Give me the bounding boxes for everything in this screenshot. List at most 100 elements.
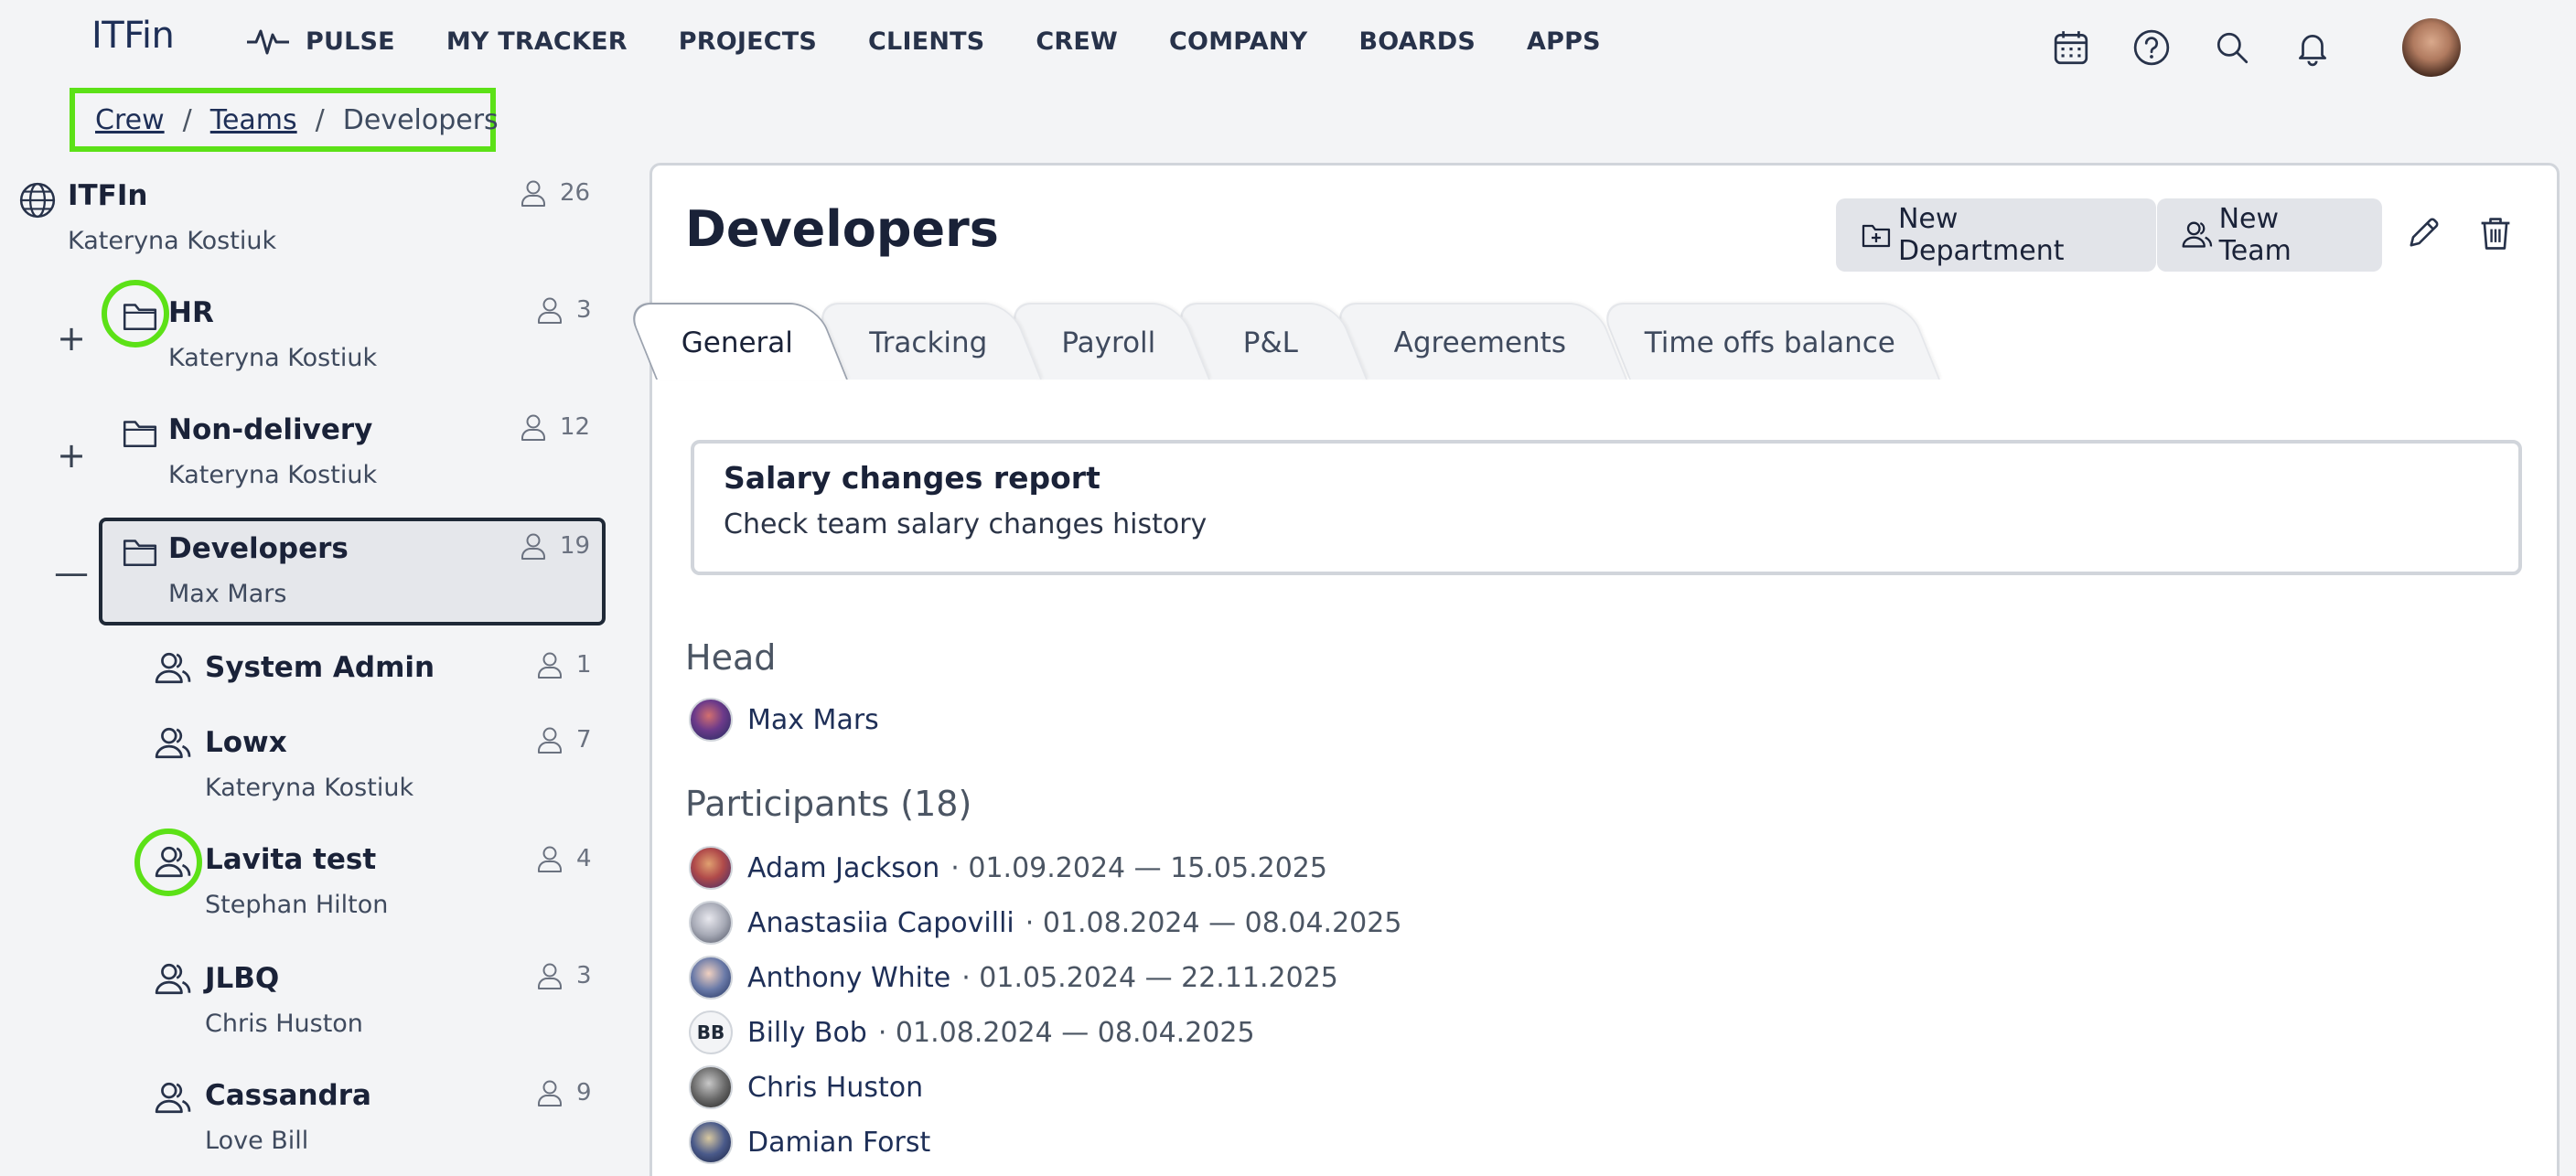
person-icon [538,963,562,989]
participant-row: Anastasiia Capovilli · 01.08.2024 — 08.0… [689,901,1401,945]
tree-item-cassandra-name[interactable]: Cassandra [205,1079,371,1112]
participant-row: Adam Jackson · 01.09.2024 — 15.05.2025 [689,846,1327,890]
breadcrumb-crew[interactable]: Crew [95,104,165,136]
team-icon [154,724,192,766]
tab-time-offs-balance[interactable]: Time offs balance [1598,303,1940,380]
nav-pulse-label: PULSE [306,27,395,56]
tree-item-lowx-name[interactable]: Lowx [205,726,287,759]
person-name[interactable]: Chris Huston [747,1072,923,1104]
user-avatar[interactable] [2402,18,2461,77]
delete-icon[interactable] [2475,213,2519,257]
page-title: Developers [685,200,999,258]
bell-icon[interactable] [2291,26,2334,69]
person-name[interactable]: Max Mars [747,704,879,736]
tree-item-hr-name[interactable]: HR [168,296,214,329]
nav-projects[interactable]: PROJECTS [679,27,817,56]
tab-label: Payroll [1061,326,1156,359]
team-icon [2182,221,2213,248]
tab-label: Agreements [1393,326,1566,359]
person-dates: · 01.08.2024 — 08.04.2025 [877,1016,1255,1049]
member-count: 4 [534,843,592,874]
app-logo[interactable]: ITFin [91,15,175,57]
member-count: 9 [534,1077,592,1108]
new-department-button[interactable]: New Department [1836,198,2156,272]
person-name[interactable]: Adam Jackson [747,852,939,884]
tab-label: P&L [1242,326,1298,359]
member-count-value: 1 [576,651,592,679]
member-count: 12 [518,412,590,443]
member-count: 3 [534,294,592,326]
person-name[interactable]: Damian Forst [747,1127,930,1159]
calendar-icon[interactable] [2049,26,2093,69]
tree-item-developers-name[interactable]: Developers [168,532,349,565]
folder-plus-icon [1862,224,1891,248]
salary-report-card[interactable]: Salary changes report Check team salary … [691,440,2522,575]
tree-item-system-admin-name[interactable]: System Admin [205,651,435,684]
tree-item-lavita-test-owner: Stephan Hilton [205,891,389,919]
expand-toggle[interactable]: + [53,435,90,476]
new-team-button[interactable]: New Team [2157,198,2382,272]
avatar-initials: BB [689,1010,733,1054]
nav-boards[interactable]: BOARDS [1358,27,1476,56]
team-icon [154,843,192,885]
globe-icon [19,182,56,219]
nav-crew[interactable]: CREW [1036,27,1118,56]
person-icon [538,652,562,679]
tree-item-lowx-owner: Kateryna Kostiuk [205,774,414,802]
team-icon [154,649,192,691]
head-section-label: Head [685,637,777,678]
tree-root-name[interactable]: ITFIn [68,179,147,212]
tab-agreements[interactable]: Agreements [1331,303,1627,380]
expand-toggle[interactable]: + [53,318,90,358]
nav-my-tracker[interactable]: MY TRACKER [446,27,628,56]
tab-tracking[interactable]: Tracking [813,303,1042,380]
member-count-value: 3 [576,296,592,324]
person-name[interactable]: Anthony White [747,962,950,994]
tree-item-developers-owner: Max Mars [168,580,287,608]
person-name[interactable]: Anastasiia Capovilli [747,907,1014,939]
help-icon[interactable] [2130,26,2174,69]
nav-apps[interactable]: APPS [1527,27,1601,56]
search-icon[interactable] [2210,26,2254,69]
tab-bar: Time offs balance Agreements P&L Payroll… [625,303,2028,380]
person-dates: · 01.08.2024 — 08.04.2025 [1025,906,1402,939]
nav-pulse[interactable]: PULSE [245,26,395,57]
person-icon [538,846,562,872]
member-count-value: 3 [576,962,592,989]
tree-item-jlbq-name[interactable]: JLBQ [205,962,279,995]
participant-row: Anthony White · 01.05.2024 — 22.11.2025 [689,956,1338,1000]
member-count-value: 4 [576,845,592,872]
report-description: Check team salary changes history [724,508,1208,540]
edit-icon[interactable] [2403,213,2447,257]
nav-clients[interactable]: CLIENTS [868,27,984,56]
breadcrumb-separator: / [315,103,325,136]
participant-row: Chris Huston [689,1065,923,1109]
member-count: 1 [534,649,592,680]
tree-item-non-delivery-name[interactable]: Non-delivery [168,413,372,446]
tree-item-hr-owner: Kateryna Kostiuk [168,344,378,372]
avatar [689,901,733,945]
avatar [689,846,733,890]
member-count-value: 9 [576,1079,592,1107]
member-count: 19 [518,530,590,561]
tree-item-lavita-test-name[interactable]: Lavita test [205,843,376,876]
avatar [689,956,733,1000]
participant-row: BB Billy Bob · 01.08.2024 — 08.04.2025 [689,1010,1255,1054]
tab-label: Time offs balance [1644,326,1895,359]
folder-icon [121,296,159,338]
avatar [689,698,733,742]
member-count: 3 [534,960,592,991]
collapse-toggle[interactable]: — [53,552,90,593]
person-name[interactable]: Billy Bob [747,1017,867,1049]
member-count-value: 12 [560,413,591,441]
folder-icon [121,532,159,574]
detail-panel: Developers New Department New Team Time … [625,163,2560,1176]
nav-company[interactable]: COMPANY [1169,27,1307,56]
breadcrumb-teams[interactable]: Teams [210,104,297,136]
folder-icon [121,413,159,455]
head-person[interactable]: Max Mars [689,698,879,742]
breadcrumb: Crew / Teams / Developers [70,88,499,152]
member-count-value: 7 [576,726,592,754]
tab-general[interactable]: General [625,303,848,380]
person-icon [521,414,545,441]
